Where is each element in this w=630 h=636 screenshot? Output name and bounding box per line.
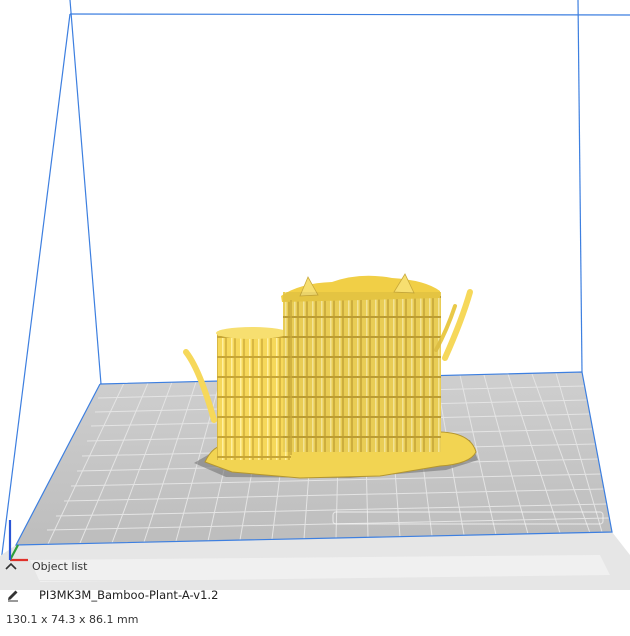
bamboo-model[interactable] [183, 273, 478, 479]
panel-divider [0, 580, 630, 581]
chevron-up-icon [5, 562, 17, 570]
object-name: PI3MK3M_Bamboo-Plant-A-v1.2 [39, 588, 219, 602]
object-list-toggle[interactable]: Object list [4, 557, 87, 575]
object-name-row: PI3MK3M_Bamboo-Plant-A-v1.2 [6, 586, 218, 604]
3d-viewport[interactable] [0, 0, 630, 636]
pencil-icon[interactable] [6, 588, 20, 602]
object-list-label: Object list [32, 559, 88, 573]
object-dimensions: 130.1 x 74.3 x 86.1 mm [6, 613, 139, 626]
